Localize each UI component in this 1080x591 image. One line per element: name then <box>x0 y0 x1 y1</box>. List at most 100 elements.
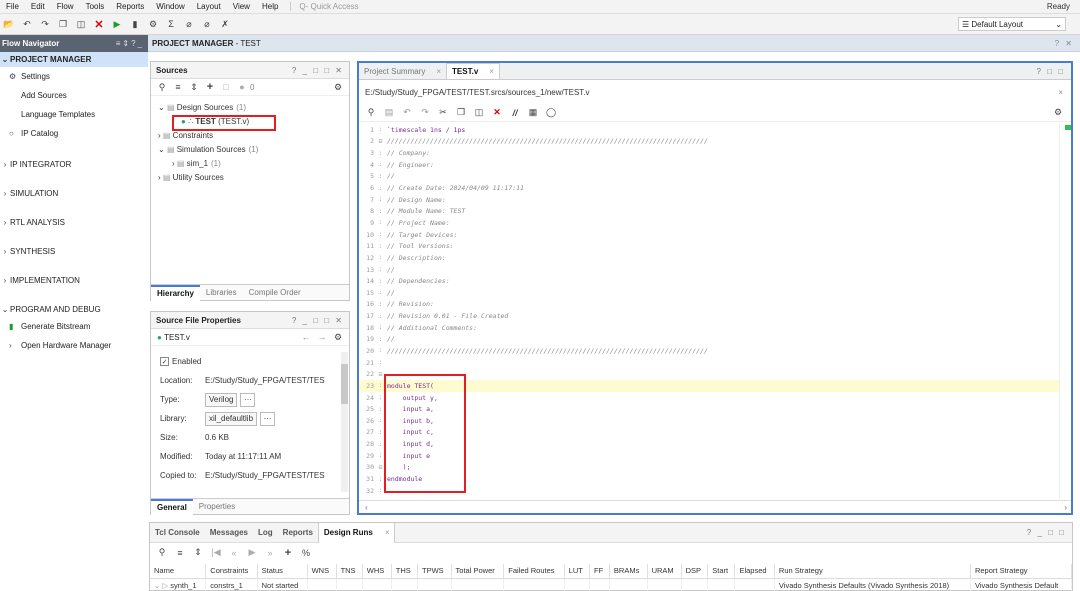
checkbox-checked-icon[interactable]: ✓ <box>160 357 169 366</box>
column-header[interactable]: LUT <box>564 564 591 579</box>
tab-libraries[interactable]: Libraries <box>200 288 243 297</box>
doc-icon[interactable]: □ <box>218 80 234 94</box>
column-header[interactable]: FF <box>589 564 610 579</box>
expand-all-icon[interactable]: ⇕ <box>189 546 207 560</box>
editor-hscroll[interactable]: ‹ › <box>359 500 1071 513</box>
column-header[interactable]: Constraints <box>205 564 258 579</box>
menu-help[interactable]: Help <box>256 2 284 11</box>
column-header[interactable]: WHS <box>362 564 392 579</box>
save-icon[interactable]: ▤ <box>380 106 398 120</box>
column-header[interactable]: BRAMs <box>609 564 648 579</box>
menu-window[interactable]: Window <box>150 2 190 11</box>
undo-icon[interactable]: ↶ <box>18 16 36 33</box>
copy-icon[interactable]: ❐ <box>54 16 72 33</box>
nav-simulation[interactable]: › SIMULATION <box>0 186 148 201</box>
layout-selector[interactable]: ☰ Default Layout ⌄ <box>958 17 1066 31</box>
nav-ip-catalog[interactable]: ○ IP Catalog <box>0 124 148 143</box>
column-header[interactable]: TNS <box>336 564 363 579</box>
toggle-block-icon[interactable]: ▦ <box>524 106 542 120</box>
paste-icon[interactable]: ◫ <box>72 16 90 33</box>
enabled-row[interactable]: ✓ Enabled <box>151 352 349 371</box>
add-icon[interactable]: + <box>279 546 297 560</box>
column-header[interactable]: Status <box>257 564 308 579</box>
help-close-icon[interactable]: ? ✕ <box>1055 39 1080 48</box>
tab-log[interactable]: Log <box>253 523 278 543</box>
nav-settings[interactable]: ⚙ Settings <box>0 67 148 86</box>
column-header[interactable]: Name <box>150 564 207 579</box>
undo-icon[interactable]: ↶ <box>398 106 416 120</box>
menu-edit[interactable]: Edit <box>25 2 51 11</box>
redo-icon[interactable]: ↷ <box>36 16 54 33</box>
lightbulb-icon[interactable]: ◯ <box>542 106 560 120</box>
last-icon[interactable]: » <box>261 546 279 560</box>
column-header[interactable]: THS <box>391 564 419 579</box>
prev-icon[interactable]: « <box>225 546 243 560</box>
more-icon[interactable]: ⋯ <box>260 411 276 426</box>
copy-icon[interactable]: ❐ <box>452 106 470 120</box>
back-arrow-icon[interactable]: ← <box>298 330 314 344</box>
comment-icon[interactable]: // <box>506 106 524 120</box>
nav-ip-integrator[interactable]: › IP INTEGRATOR <box>0 157 148 172</box>
percent-icon[interactable]: % <box>297 546 315 560</box>
gear-icon[interactable]: ⚙ <box>330 80 346 94</box>
add-icon[interactable]: + <box>202 80 218 94</box>
table-row[interactable]: ⌄ ▷ synth_1 constrs_1 Not started Vivado Sy… <box>150 578 1073 591</box>
menu-reports[interactable]: Reports <box>110 2 150 11</box>
panel-controls-icon[interactable]: ? _ □ □ <box>1027 528 1072 537</box>
menu-tools[interactable]: Tools <box>80 2 111 11</box>
column-header[interactable]: Report Strategy <box>970 564 1073 579</box>
tree-simulation-sources[interactable]: ⌄ ▤ Simulation Sources (1) <box>151 142 349 156</box>
search-icon[interactable]: ⚲ <box>153 546 171 560</box>
scroll-right-icon[interactable]: › <box>1064 503 1071 512</box>
close-icon[interactable]: × <box>436 67 441 76</box>
scroll-left-icon[interactable]: ‹ <box>365 503 368 512</box>
column-header[interactable]: TPWS <box>417 564 452 579</box>
tool-b-icon[interactable]: ⌀ <box>198 16 216 33</box>
column-header[interactable]: URAM <box>647 564 682 579</box>
quick-access-search[interactable]: Q- Quick Access <box>290 2 359 11</box>
first-icon[interactable]: |◀ <box>207 546 225 560</box>
column-header[interactable]: Elapsed <box>734 564 775 579</box>
nav-generate-bitstream[interactable]: ▮ Generate Bitstream <box>0 317 148 336</box>
run-icon[interactable]: ▶ <box>108 16 126 33</box>
expand-all-icon[interactable]: ⇕ <box>186 80 202 94</box>
fold-icon[interactable]: ⊟ <box>376 138 385 145</box>
menu-layout[interactable]: Layout <box>191 2 227 11</box>
gear-icon[interactable]: ⚙ <box>330 330 346 344</box>
forward-arrow-icon[interactable]: → <box>314 330 330 344</box>
tree-utility-sources[interactable]: › ▤ Utility Sources <box>151 170 349 184</box>
delete-icon[interactable]: ✕ <box>488 106 506 120</box>
paste-icon[interactable]: ◫ <box>470 106 488 120</box>
close-icon[interactable]: × <box>489 67 494 76</box>
tab-tcl-console[interactable]: Tcl Console <box>150 523 205 543</box>
tab-messages[interactable]: Messages <box>205 523 253 543</box>
tab-general[interactable]: General <box>151 498 193 515</box>
nav-language-templates[interactable]: Language Templates <box>0 105 148 124</box>
column-header[interactable]: Total Power <box>451 564 505 579</box>
properties-scrollbar[interactable] <box>341 352 348 492</box>
panel-controls-icon[interactable]: ? _ □ □ ✕ <box>292 66 349 75</box>
search-icon[interactable]: ⚲ <box>154 80 170 94</box>
gear-icon[interactable]: ⚙ <box>1049 106 1067 120</box>
more-icon[interactable]: ⋯ <box>240 392 256 407</box>
column-header[interactable]: Run Strategy <box>774 564 971 579</box>
tree-design-sources[interactable]: ⌄ ▤ Design Sources (1) <box>151 100 349 114</box>
sigma-icon[interactable]: Σ <box>162 16 180 33</box>
close-icon[interactable]: × <box>1058 88 1071 97</box>
run-expand-icon[interactable]: ⌄ ▷ <box>154 581 170 590</box>
column-header[interactable]: Start <box>707 564 736 579</box>
redo-icon[interactable]: ↷ <box>416 106 434 120</box>
settings-gear-icon[interactable]: ⚙ <box>144 16 162 33</box>
tab-project-summary[interactable]: Project Summary × <box>359 63 446 79</box>
column-header[interactable]: WNS <box>307 564 337 579</box>
panel-controls-icon[interactable]: ≡⇕?_ <box>116 39 148 48</box>
panel-controls-icon[interactable]: ? □ □ <box>1036 67 1071 76</box>
delete-icon[interactable]: ✕ <box>90 16 108 33</box>
nav-synthesis[interactable]: › SYNTHESIS <box>0 244 148 259</box>
tab-design-runs[interactable]: Design Runs × <box>317 522 396 543</box>
editor-vscroll[interactable] <box>1059 124 1071 499</box>
scroll-thumb[interactable] <box>341 364 348 404</box>
column-header[interactable]: DSP <box>681 564 709 579</box>
close-icon[interactable]: × <box>385 528 390 537</box>
menu-file[interactable]: File <box>0 2 25 11</box>
